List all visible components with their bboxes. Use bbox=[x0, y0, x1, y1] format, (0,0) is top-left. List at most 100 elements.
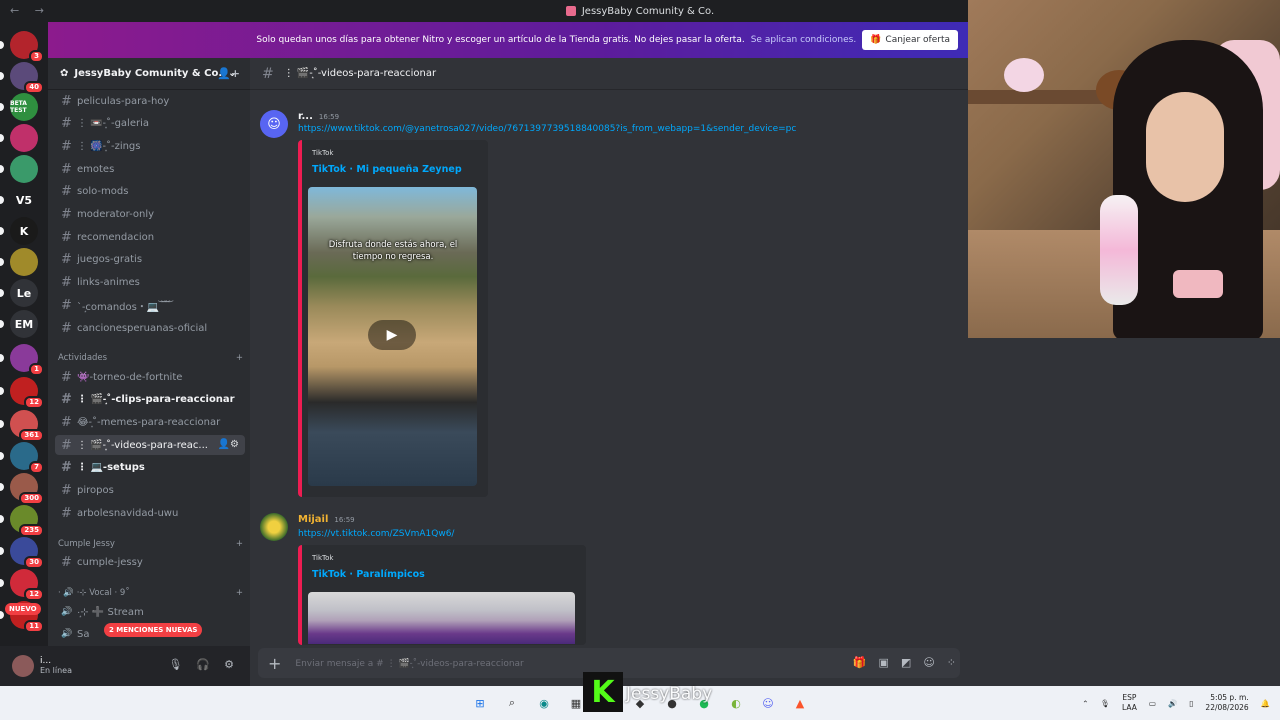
promo-terms-link[interactable]: Se aplican condiciones. bbox=[751, 35, 857, 45]
chevron-up-icon[interactable]: ⌃ bbox=[1082, 699, 1088, 708]
server-icon[interactable]: V5 bbox=[10, 186, 38, 214]
channel-label: ˋ-͙comandos・💻 ͝ ͝ ͝ bbox=[77, 301, 169, 313]
message-link[interactable]: https://www.tiktok.com/@yanetrosa027/vid… bbox=[298, 124, 796, 134]
server-icon[interactable]: 30 bbox=[10, 537, 44, 569]
message-author[interactable]: Mijail 16:59 bbox=[298, 514, 355, 525]
sticker-icon[interactable]: ◩ bbox=[901, 656, 911, 669]
avatar[interactable] bbox=[260, 513, 288, 541]
server-icon[interactable] bbox=[10, 248, 38, 276]
server-icon[interactable]: EM bbox=[10, 310, 38, 338]
speaker-icon: 🔊 bbox=[61, 607, 73, 617]
volume-icon[interactable]: 🔊 bbox=[1168, 699, 1177, 708]
microphone-icon[interactable]: 🎙 bbox=[1100, 699, 1110, 708]
channel-item[interactable]: # 😂-͙˚-memes-para-reaccionar bbox=[55, 412, 245, 432]
video-thumbnail[interactable]: Disfruta donde estás ahora, el tiempo no… bbox=[308, 187, 477, 486]
server-icon[interactable]: 3 bbox=[10, 31, 44, 63]
channel-item[interactable]: # ⋮ 🎬-͙˚-videos-para-reac... 👤⚙ bbox=[55, 435, 245, 456]
server-icon[interactable]: 40 bbox=[10, 62, 44, 94]
discord-icon[interactable]: ☺ bbox=[760, 695, 776, 711]
server-icon[interactable] bbox=[10, 155, 38, 183]
unread-indicator bbox=[0, 452, 4, 460]
emoji-icon[interactable]: ☺ bbox=[923, 656, 934, 669]
app-icon[interactable]: ◐ bbox=[728, 695, 744, 711]
channel-item[interactable]: # solo-mods bbox=[55, 182, 245, 202]
server-icon[interactable]: 300 bbox=[10, 473, 44, 505]
add-attachment-icon[interactable]: + bbox=[268, 654, 281, 673]
category-header[interactable]: Actividades + bbox=[58, 353, 243, 363]
network-icon[interactable]: ▭ bbox=[1149, 699, 1156, 708]
clock[interactable]: 5:05 p. m. 22/08/2026 bbox=[1205, 693, 1248, 713]
voice-channel[interactable]: 🔊 ·͙⊹ ➕ Stream bbox=[55, 602, 245, 622]
channel-item[interactable]: # moderator-only bbox=[55, 205, 245, 225]
windows-start-icon[interactable]: ⊞ bbox=[472, 695, 488, 711]
settings-gear-icon[interactable]: ⚙ bbox=[224, 658, 234, 671]
server-icon[interactable]: BETA TEST bbox=[10, 93, 38, 121]
language-indicator[interactable]: ESP LAA bbox=[1122, 693, 1137, 713]
channel-item[interactable]: # ⋮ 🎬-͙˚-clips-para-reaccionar bbox=[55, 390, 245, 410]
server-icon[interactable]: K bbox=[10, 217, 38, 245]
server-icon[interactable]: 12 bbox=[10, 569, 44, 601]
channel-label: 👾-torneo-de-fortnite bbox=[77, 371, 183, 383]
apps-icon[interactable]: ⁘ bbox=[947, 656, 956, 669]
unread-indicator bbox=[0, 579, 4, 587]
channel-item[interactable]: # 👾-torneo-de-fortnite bbox=[55, 367, 245, 387]
channel-item[interactable]: # cumple-jessy bbox=[55, 552, 245, 572]
unread-indicator bbox=[0, 196, 4, 204]
server-header[interactable]: ✿ JessyBaby Comunity & Co. ⌄ 👤+ bbox=[48, 58, 250, 90]
channel-item[interactable]: # cancionesperuanas-oficial bbox=[55, 318, 245, 338]
brave-icon[interactable]: ▲ bbox=[792, 695, 808, 711]
kick-logo: K bbox=[583, 672, 623, 712]
add-channel-icon[interactable]: + bbox=[236, 353, 243, 363]
category-header[interactable]: Cumple Jessy + bbox=[58, 539, 243, 549]
gif-icon[interactable]: ▣ bbox=[879, 656, 889, 669]
unread-badge: 361 bbox=[19, 429, 44, 442]
new-badge[interactable]: NUEVO bbox=[5, 603, 41, 615]
embed-title[interactable]: TikTok · Paralímpicos bbox=[312, 569, 425, 580]
avatar[interactable]: ☺ bbox=[260, 110, 288, 138]
store-icon[interactable]: ▦ bbox=[568, 695, 584, 711]
server-icon[interactable]: 1 bbox=[10, 344, 44, 376]
server-icon[interactable]: 361 bbox=[10, 410, 44, 442]
mentions-pill[interactable]: 2 MENCIONES NUEVAS bbox=[104, 623, 203, 637]
category-header[interactable]: · 🔊 ·⊹ Vocal · 9˚ + bbox=[58, 588, 243, 598]
gift-icon[interactable]: 🎁 bbox=[853, 656, 867, 669]
video-thumbnail[interactable] bbox=[308, 592, 575, 644]
channel-item[interactable]: # juegos-gratis bbox=[55, 250, 245, 270]
channel-label: juegos-gratis bbox=[77, 254, 143, 266]
notification-bell-icon[interactable]: 🔔 bbox=[1261, 699, 1270, 708]
back-forward-icon[interactable]: ← → bbox=[10, 4, 50, 17]
nitro-promo-banner: Solo quedan unos días para obtener Nitro… bbox=[48, 22, 968, 58]
headphones-icon[interactable]: 🎧 bbox=[196, 658, 210, 671]
redeem-offer-button[interactable]: 🎁 Canjear oferta bbox=[862, 30, 958, 50]
channel-item[interactable]: # links-animes bbox=[55, 273, 245, 293]
edge-icon[interactable]: ◉ bbox=[536, 695, 552, 711]
channel-settings-icon[interactable]: 👤⚙ bbox=[218, 439, 239, 450]
battery-icon[interactable]: ▯ bbox=[1189, 699, 1193, 708]
search-icon[interactable]: ⌕ bbox=[504, 695, 520, 711]
unread-indicator bbox=[0, 289, 4, 297]
message-author[interactable]: r... 16:59 bbox=[298, 111, 339, 122]
channel-item[interactable]: # recomendacion bbox=[55, 227, 245, 247]
server-icon[interactable]: 235 bbox=[10, 505, 44, 537]
add-channel-icon[interactable]: + bbox=[236, 539, 243, 549]
channel-item[interactable]: # peliculas-para-hoy bbox=[55, 91, 245, 111]
channel-item[interactable]: # ⋮ 🎆-͙˚-zings bbox=[55, 136, 245, 156]
channel-item[interactable]: # ⋮ 💻-setups bbox=[55, 458, 245, 478]
channel-item[interactable]: # emotes bbox=[55, 159, 245, 179]
channel-item[interactable]: # ˋ-͙comandos・💻 ͝ ͝ ͝ bbox=[55, 295, 245, 315]
embed-title[interactable]: TikTok · Mi pequeña Zeynep bbox=[312, 164, 462, 175]
play-icon[interactable]: ▶ bbox=[368, 320, 416, 350]
channel-item[interactable]: # arbolesnavidad-uwu bbox=[55, 503, 245, 523]
add-member-icon[interactable]: 👤+ bbox=[217, 67, 240, 80]
window-title: JessyBaby Comunity & Co. bbox=[581, 5, 715, 17]
server-icon[interactable]: Le bbox=[10, 279, 38, 307]
server-icon[interactable]: 12 bbox=[10, 377, 44, 409]
server-icon[interactable] bbox=[10, 124, 38, 152]
channel-item[interactable]: # ⋮ 📼-͙˚-galeria bbox=[55, 114, 245, 134]
avatar[interactable] bbox=[12, 655, 34, 677]
channel-item[interactable]: # piropos bbox=[55, 481, 245, 501]
server-icon[interactable]: 7 bbox=[10, 442, 44, 474]
message-link[interactable]: https://vt.tiktok.com/ZSVmA1Qw6/ bbox=[298, 529, 454, 539]
microphone-icon[interactable]: 🎙 bbox=[168, 658, 182, 671]
add-channel-icon[interactable]: + bbox=[236, 588, 243, 598]
